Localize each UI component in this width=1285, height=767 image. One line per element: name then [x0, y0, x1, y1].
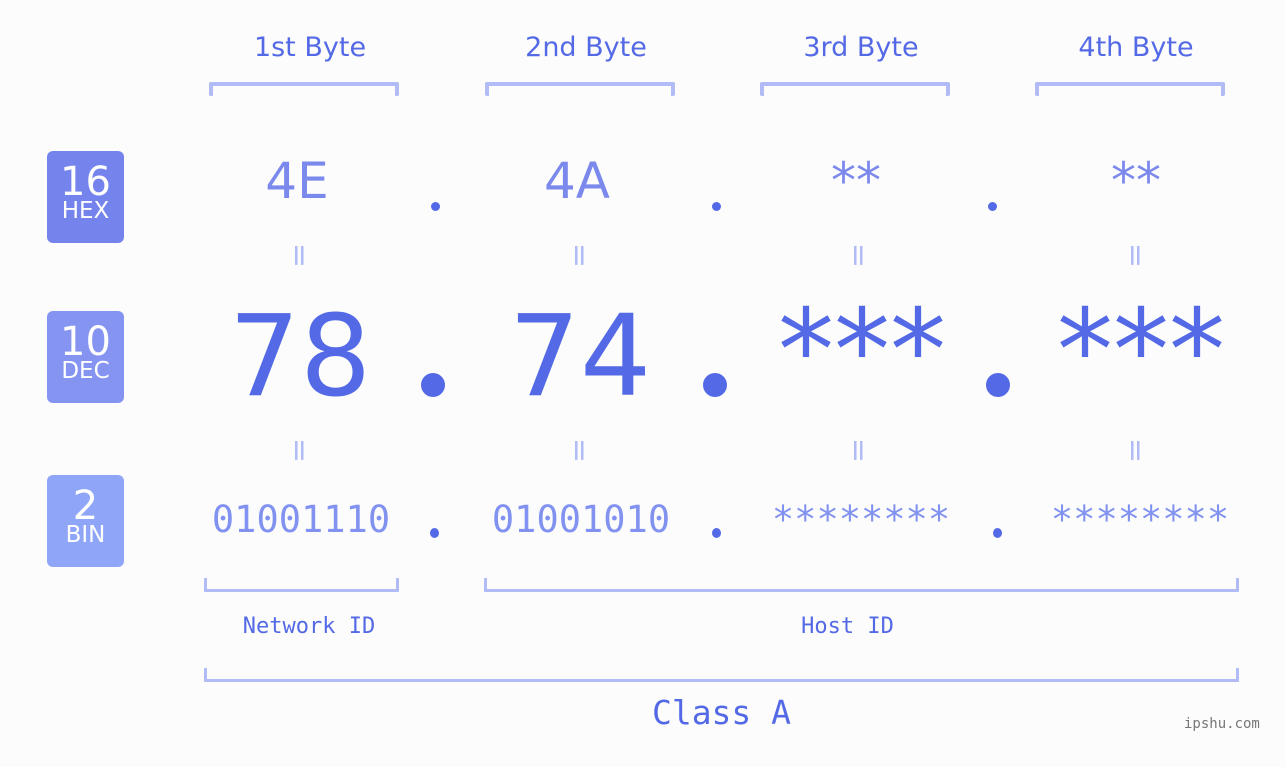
hex-dot-separator: [712, 202, 721, 211]
dec-badge: 10 DEC: [47, 311, 124, 403]
dec-dot-separator: [986, 373, 1010, 397]
bin-badge: 2 BIN: [47, 475, 124, 567]
class-bracket: [204, 668, 1239, 682]
watermark: ipshu.com: [1184, 716, 1260, 732]
dec-dot-separator: [703, 373, 727, 397]
byte-header-4: 4th Byte: [1078, 32, 1194, 63]
byte-bracket-2: [485, 82, 675, 96]
bin-value-3: ********: [771, 498, 951, 541]
equals-icon: =: [280, 238, 320, 273]
equals-icon: =: [1116, 433, 1156, 468]
equals-glyph: =: [1118, 437, 1154, 464]
equals-glyph: =: [841, 242, 877, 269]
dec-value-3: ***: [778, 286, 946, 416]
byte-header-1: 1st Byte: [253, 32, 367, 63]
byte-bracket-1: [209, 82, 399, 96]
hex-value-2: 4A: [543, 152, 610, 210]
bin-value-2: 01001010: [491, 498, 671, 541]
byte-header-3: 3rd Byte: [803, 32, 919, 63]
equals-icon: =: [560, 433, 600, 468]
bin-value-4: ********: [1050, 498, 1230, 541]
hex-dot-separator: [431, 202, 440, 211]
bin-dot-separator: [712, 528, 721, 538]
host-id-bracket: [484, 578, 1239, 592]
byte-bracket-4: [1035, 82, 1225, 96]
equals-icon: =: [1116, 238, 1156, 273]
equals-glyph: =: [841, 437, 877, 464]
host-id-label: Host ID: [801, 614, 894, 639]
bin-dot-separator: [993, 528, 1002, 538]
network-id-label: Network ID: [242, 614, 376, 639]
equals-icon: =: [560, 238, 600, 273]
dec-dot-separator: [421, 373, 445, 397]
dec-badge-label: DEC: [61, 358, 110, 384]
hex-value-4: **: [1111, 152, 1161, 210]
dec-badge-base: 10: [60, 319, 111, 365]
hex-badge-base: 16: [60, 159, 111, 205]
dec-value-4: ***: [1057, 286, 1225, 416]
equals-icon: =: [280, 433, 320, 468]
bin-badge-label: BIN: [65, 522, 106, 548]
equals-glyph: =: [1118, 242, 1154, 269]
class-label: Class A: [651, 693, 792, 732]
dec-value-1: 78: [228, 292, 372, 422]
hex-badge: 16 HEX: [47, 151, 124, 243]
byte-header-2: 2nd Byte: [525, 32, 647, 63]
hex-badge-label: HEX: [61, 198, 110, 224]
byte-bracket-3: [760, 82, 950, 96]
equals-glyph: =: [282, 242, 318, 269]
network-id-bracket: [204, 578, 399, 592]
dec-value-2: 74: [508, 292, 652, 422]
bin-value-1: 01001110: [211, 498, 391, 541]
bin-dot-separator: [430, 528, 439, 538]
equals-icon: =: [839, 433, 879, 468]
equals-glyph: =: [562, 437, 598, 464]
hex-value-3: **: [831, 152, 881, 210]
hex-value-1: 4E: [265, 152, 329, 210]
equals-icon: =: [839, 238, 879, 273]
bin-badge-base: 2: [72, 483, 99, 529]
equals-glyph: =: [282, 437, 318, 464]
hex-dot-separator: [988, 202, 997, 211]
equals-glyph: =: [562, 242, 598, 269]
